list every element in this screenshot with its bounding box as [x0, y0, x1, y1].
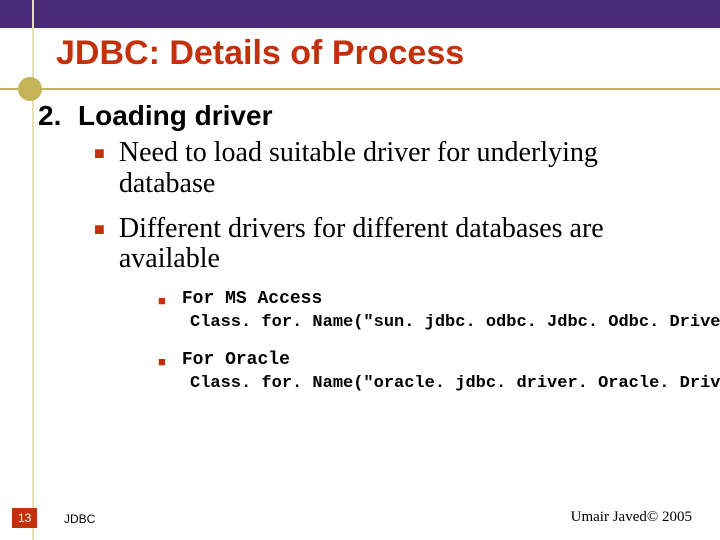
section-heading: 2. Loading driver: [38, 100, 700, 132]
code-snippet: Class. for. Name("sun. jdbc. odbc. Jdbc.…: [190, 313, 700, 332]
example-item: ■ For MS Access: [158, 289, 700, 309]
content-area: 2. Loading driver ■ Need to load suitabl…: [38, 100, 700, 403]
code-snippet: Class. for. Name("oracle. jdbc. driver. …: [190, 374, 700, 393]
top-bar: [0, 0, 720, 28]
copyright: Umair Javed© 2005: [571, 509, 692, 526]
bullet-item: ■ Different drivers for different databa…: [94, 214, 700, 276]
section-number: 2.: [38, 100, 78, 132]
slide: JDBC: Details of Process 2. Loading driv…: [0, 0, 720, 540]
example-item: ■ For Oracle: [158, 350, 700, 370]
page-number: 13: [12, 508, 37, 528]
slide-title: JDBC: Details of Process: [56, 34, 464, 73]
footer: 13 JDBC Umair Javed© 2005: [0, 506, 720, 528]
square-bullet-icon: ■: [158, 350, 166, 370]
bullet-item: ■ Need to load suitable driver for under…: [94, 138, 700, 200]
square-bullet-icon: ■: [158, 289, 166, 309]
example-label: For Oracle: [182, 350, 290, 370]
title-divider: [0, 88, 720, 90]
footer-label: JDBC: [64, 512, 95, 526]
section-heading-text: Loading driver: [78, 100, 272, 132]
bullet-text: Different drivers for different database…: [119, 214, 700, 276]
bullet-text: Need to load suitable driver for underly…: [119, 138, 700, 200]
square-bullet-icon: ■: [94, 138, 105, 200]
square-bullet-icon: ■: [94, 214, 105, 276]
example-label: For MS Access: [182, 289, 322, 309]
